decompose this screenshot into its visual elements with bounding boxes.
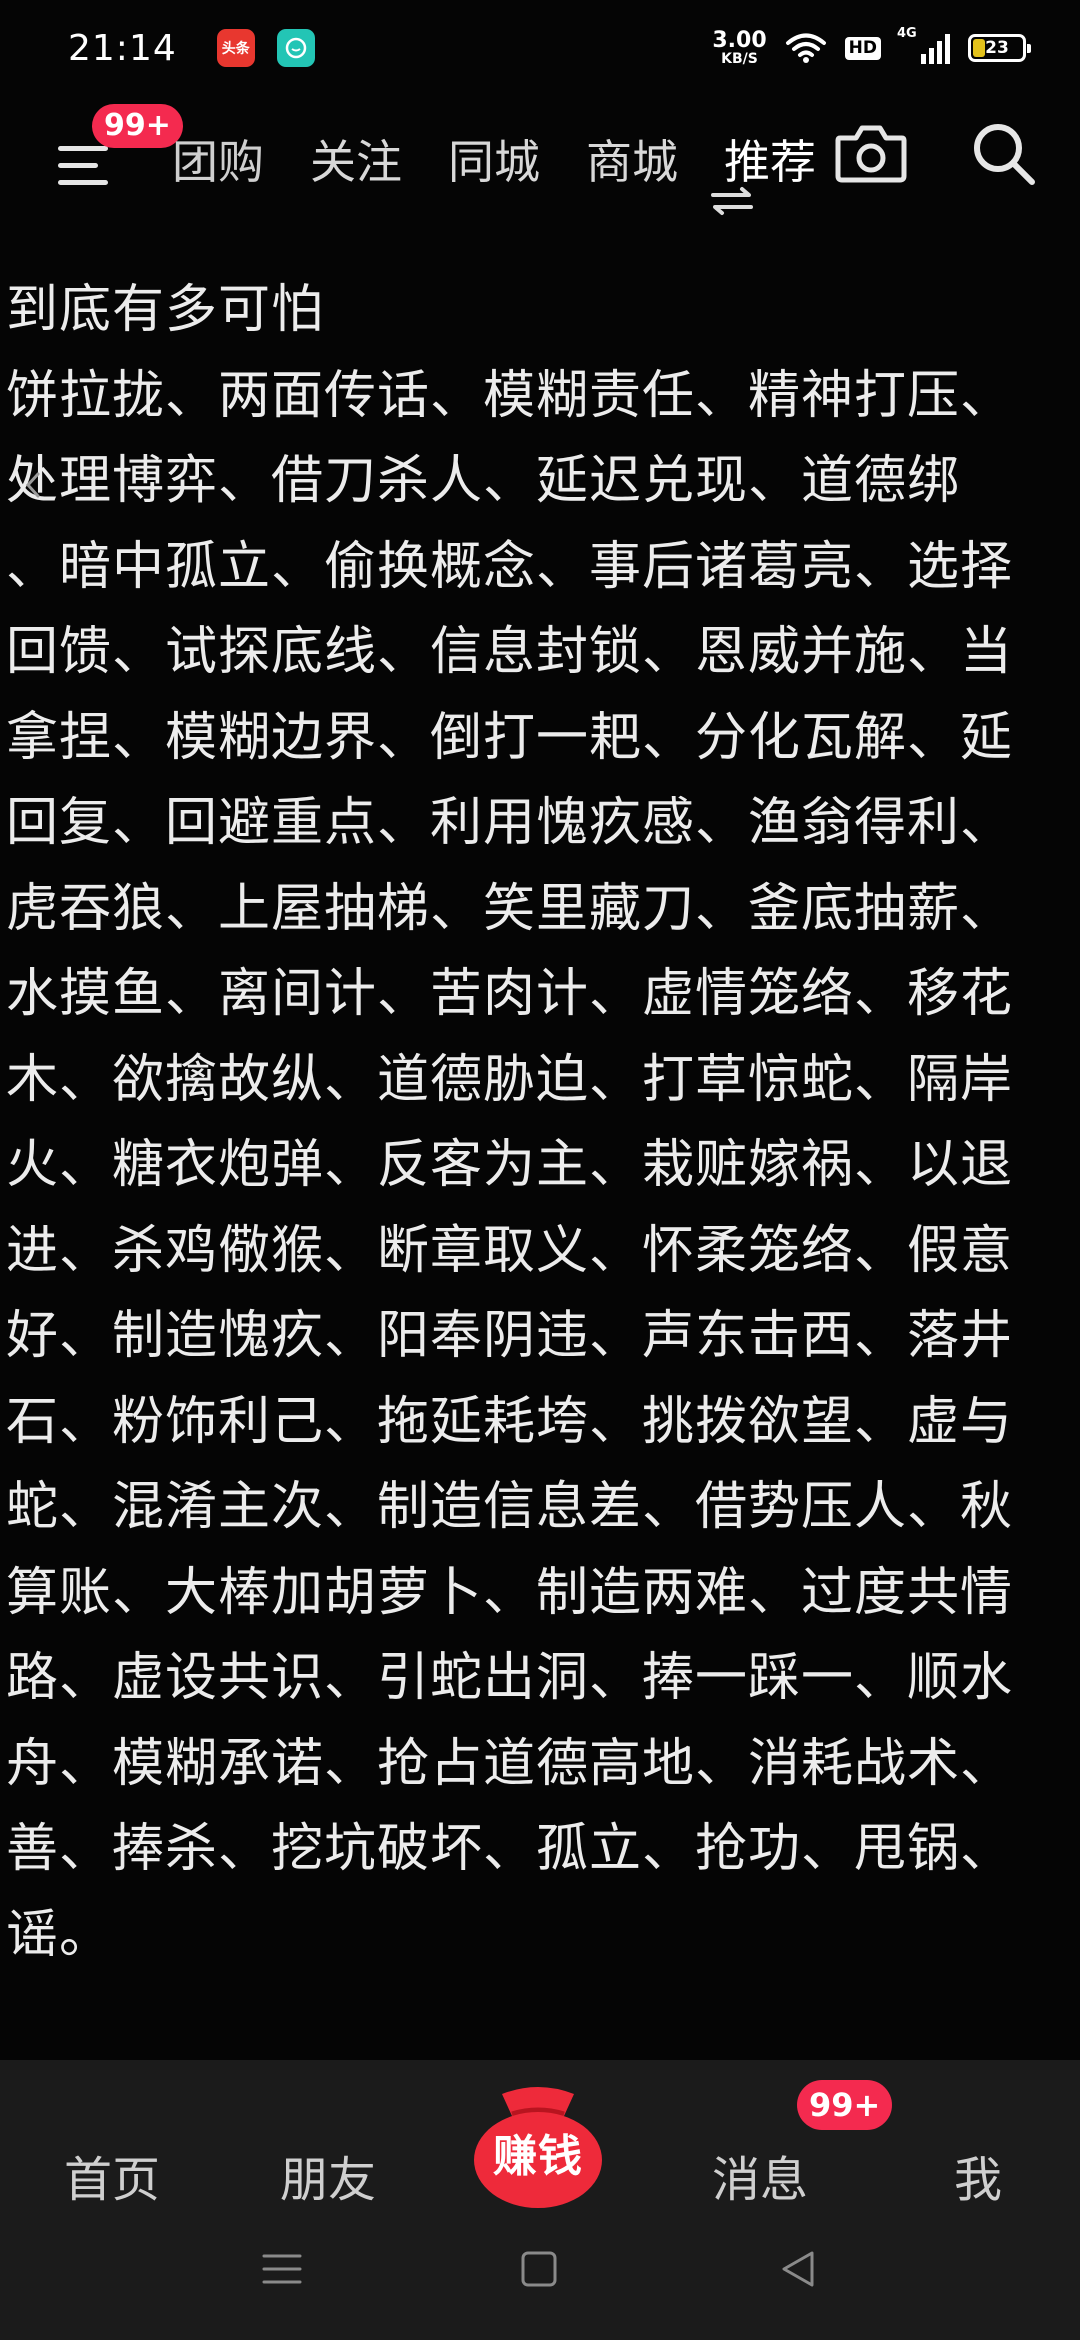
text-line: 木、欲擒故纵、道德胁迫、打草惊蛇、隔岸: [6, 1049, 1014, 1110]
text-line: 虎吞狼、上屋抽梯、笑里藏刀、釜底抽薪、: [6, 878, 1014, 939]
home-button-icon[interactable]: [520, 2250, 558, 2288]
status-time: 21:14: [68, 27, 177, 69]
system-nav-bar: [0, 2200, 1080, 2340]
text-line: 舟、模糊承诺、抢占道德高地、消耗战术、: [6, 1733, 1014, 1794]
chat-app-icon: [276, 29, 315, 67]
text-line: 石、粉饰利己、拖延耗垮、挑拨欲望、虚与: [6, 1391, 1014, 1452]
text-line: 拿捏、模糊边界、倒打一耙、分化瓦解、延: [6, 707, 1014, 768]
menu-icon-line: [58, 180, 108, 185]
text-line: 善、捧杀、挖坑破坏、孤立、抢功、甩锅、: [6, 1819, 1014, 1879]
swap-arrows-icon[interactable]: [709, 186, 755, 216]
text-line: 进、杀鸡儆猴、断章取义、怀柔笼络、假意: [6, 1220, 1014, 1281]
chevron-left-icon[interactable]: [22, 470, 44, 500]
net-speed-unit: KB/S: [721, 51, 758, 67]
toutiao-app-icon: 头条: [216, 29, 255, 67]
recent-apps-icon[interactable]: [262, 2252, 302, 2286]
network-type: 4G: [897, 26, 917, 41]
menu-icon: [58, 146, 108, 151]
signal-bar: [945, 34, 950, 64]
tab-following[interactable]: 关注: [310, 126, 402, 192]
wifi-icon: [785, 33, 826, 63]
cellular-signal-icon: 4G: [897, 26, 950, 64]
text-line: 处理博弈、借刀杀人、延迟兑现、道德绑: [6, 451, 961, 511]
battery-icon: 23: [968, 34, 1031, 62]
search-icon[interactable]: [970, 120, 1038, 188]
messages-badge: 99+: [797, 2080, 893, 2130]
text-line: 谣。: [6, 1904, 113, 1965]
tab-local[interactable]: 同城: [448, 126, 540, 192]
tab-mall[interactable]: 商城: [586, 126, 678, 192]
text-line: 蛇、混淆主次、制造信息差、借势压人、秋: [6, 1477, 1014, 1537]
net-speed-value: 3.00: [712, 28, 767, 53]
signal-bar: [921, 54, 926, 64]
hd-badge: HD: [844, 36, 881, 60]
status-indicators: 3.00 KB/S HD 4G 23: [712, 26, 1031, 67]
text-line: 好、制造愧疚、阳奉阴违、声东击西、落井: [6, 1306, 1014, 1366]
top-nav: 99+ 团购 关注 同城 商城 推荐: [0, 96, 1080, 226]
back-button-icon[interactable]: [780, 2250, 816, 2288]
text-line: 火、糖衣炮弹、反客为主、栽赃嫁祸、以退: [6, 1135, 1014, 1195]
signal-bar: [929, 48, 934, 64]
post-text: 到底有多可怕 饼拉拢、两面传话、模糊责任、精神打压、 处理博弈、借刀杀人、延迟兑…: [6, 268, 1080, 1978]
text-line: 算账、大棒加胡萝卜、制造两难、过度共情: [6, 1562, 1014, 1623]
text-line: 到底有多可怕: [6, 280, 325, 340]
status-bar: 21:14 头条 3.00 KB/S HD 4G 23: [0, 0, 1080, 96]
text-line: 、暗中孤立、偷换概念、事后诸葛亮、选择: [6, 536, 1014, 597]
text-line: 饼拉拢、两面传话、模糊责任、精神打压、: [6, 365, 1014, 426]
camera-icon[interactable]: [834, 122, 908, 184]
net-speed: 3.00 KB/S: [712, 28, 767, 67]
toutiao-app-label: 头条: [221, 41, 250, 57]
tab-group-buy[interactable]: 团购: [172, 126, 264, 192]
text-line: 路、虚设共识、引蛇出洞、捧一踩一、顺水: [6, 1648, 1014, 1708]
text-line: 回馈、试探底线、信息封锁、恩威并施、当: [6, 622, 1014, 682]
tab-recommended[interactable]: 推荐: [724, 126, 816, 192]
signal-bar: [937, 41, 942, 64]
menu-notification-badge: 99+: [92, 104, 183, 148]
text-line: 回复、回避重点、利用愧疚感、渔翁得利、: [6, 793, 1014, 853]
screen: 21:14 头条 3.00 KB/S HD 4G 23 99+ 团购 关注 同城…: [0, 0, 1080, 2340]
battery-level: 23: [985, 38, 1009, 58]
nav-tabs: 团购 关注 同城 商城 推荐: [172, 126, 816, 192]
nav-earn[interactable]: 赚钱: [488, 2120, 588, 2184]
text-line: 水摸鱼、离间计、苦肉计、虚情笼络、移花: [6, 964, 1014, 1024]
menu-icon-line: [58, 163, 98, 168]
